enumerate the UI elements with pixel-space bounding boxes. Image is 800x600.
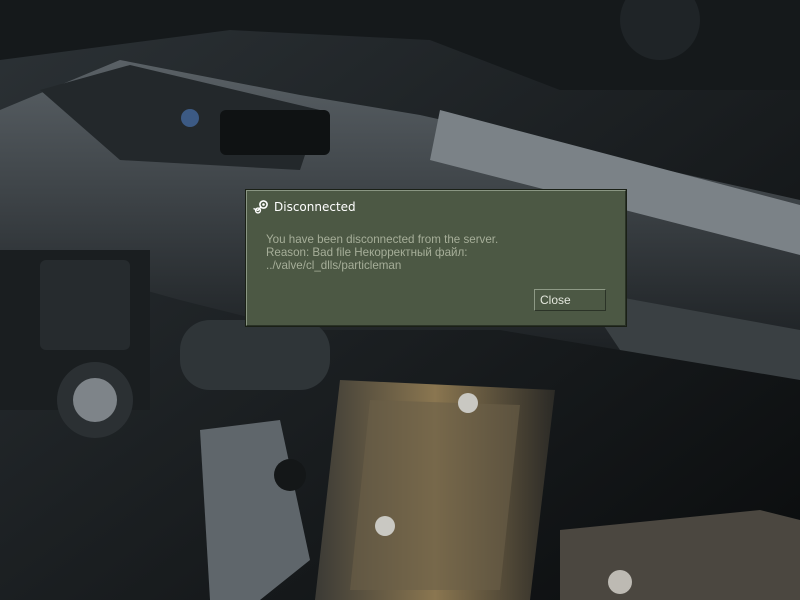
dialog-title: Disconnected: [274, 200, 356, 214]
close-button[interactable]: Close: [534, 289, 606, 311]
dialog-message: You have been disconnected from the serv…: [266, 233, 613, 272]
dialog-titlebar: Disconnected: [253, 198, 356, 216]
message-line-3: ../valve/cl_dlls/particleman: [266, 259, 402, 272]
steam-icon: [253, 199, 269, 215]
message-line-2: Reason: Bad file Некорректный файл:: [266, 246, 468, 259]
message-line-1: You have been disconnected from the serv…: [266, 233, 499, 246]
disconnected-dialog: Disconnected You have been disconnected …: [246, 190, 626, 326]
